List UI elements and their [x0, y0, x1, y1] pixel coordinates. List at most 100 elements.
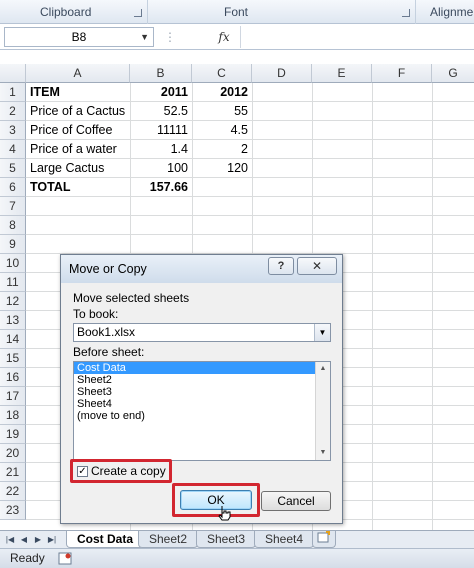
cell-c1[interactable]: 2012 — [192, 83, 248, 102]
column-header-f[interactable]: F — [372, 64, 432, 83]
cell-b5[interactable]: 100 — [130, 159, 188, 178]
gridline — [372, 83, 373, 539]
row-header[interactable]: 15 — [0, 349, 26, 368]
new-sheet-icon — [317, 531, 330, 543]
cell-b1[interactable]: 2011 — [130, 83, 188, 102]
cell-a2[interactable]: Price of a Cactus — [30, 102, 125, 121]
tab-cost-data[interactable]: Cost Data — [66, 531, 145, 548]
row-header[interactable]: 10 — [0, 254, 26, 273]
row-header[interactable]: 19 — [0, 425, 26, 444]
cancel-button[interactable]: Cancel — [261, 491, 331, 511]
row-header[interactable]: 5 — [0, 159, 26, 178]
select-all-corner[interactable] — [0, 64, 26, 83]
row-header[interactable]: 12 — [0, 292, 26, 311]
macro-record-icon[interactable] — [58, 552, 72, 565]
next-sheet-icon[interactable]: ▶ — [32, 533, 44, 546]
column-header-g[interactable]: G — [432, 64, 474, 83]
chevron-down-icon[interactable]: ▼ — [140, 28, 149, 46]
list-item[interactable]: Sheet3 — [74, 386, 315, 398]
create-copy-highlight: ✓ Create a copy — [70, 459, 172, 483]
create-copy-label[interactable]: Create a copy — [91, 464, 166, 478]
ribbon-group-clipboard-label: Clipboard — [40, 5, 92, 19]
cell-a3[interactable]: Price of Coffee — [30, 121, 112, 140]
font-launcher-icon[interactable] — [402, 9, 410, 17]
before-sheet-label: Before sheet: — [73, 345, 145, 359]
last-sheet-icon[interactable]: ▶| — [46, 533, 58, 546]
name-box[interactable]: B8 ▼ — [4, 27, 154, 47]
chevron-down-icon[interactable]: ▼ — [314, 324, 330, 341]
row-header[interactable]: 14 — [0, 330, 26, 349]
before-sheet-list[interactable]: Cost Data Sheet2 Sheet3 Sheet4 (move to … — [73, 361, 331, 461]
column-header-b[interactable]: B — [130, 64, 192, 83]
row-header[interactable]: 16 — [0, 368, 26, 387]
clipboard-launcher-icon[interactable] — [134, 9, 142, 17]
cell-b2[interactable]: 52.5 — [130, 102, 188, 121]
cell-c4[interactable]: 2 — [192, 140, 248, 159]
hand-cursor-icon — [218, 506, 231, 521]
cell-b3[interactable]: 11111 — [130, 121, 188, 140]
row-header[interactable]: 8 — [0, 216, 26, 235]
cell-b4[interactable]: 1.4 — [130, 140, 188, 159]
row-header[interactable]: 21 — [0, 463, 26, 482]
gridline — [26, 196, 474, 197]
row-header[interactable]: 1 — [0, 83, 26, 102]
status-text: Ready — [10, 551, 45, 565]
list-item[interactable]: Cost Data — [74, 362, 315, 374]
cell-a5[interactable]: Large Cactus — [30, 159, 104, 178]
ok-button[interactable]: OK — [180, 490, 252, 510]
tab-sheet3[interactable]: Sheet3 — [196, 531, 257, 548]
cell-a1[interactable]: ITEM — [30, 83, 60, 102]
row-header[interactable]: 2 — [0, 102, 26, 121]
cell-b6[interactable]: 157.66 — [130, 178, 188, 197]
help-button[interactable]: ? — [268, 257, 294, 275]
name-box-value: B8 — [71, 30, 87, 44]
ribbon-group-alignment: Alignme — [416, 0, 474, 24]
formula-gap — [0, 50, 474, 64]
ribbon-group-clipboard: Clipboard — [0, 0, 148, 24]
to-book-select[interactable]: Book1.xlsx ▼ — [73, 323, 331, 342]
scroll-up-icon[interactable]: ▲ — [317, 363, 329, 375]
column-header-c[interactable]: C — [192, 64, 252, 83]
row-header[interactable]: 18 — [0, 406, 26, 425]
row-header[interactable]: 23 — [0, 501, 26, 520]
cell-c3[interactable]: 4.5 — [192, 121, 248, 140]
row-header[interactable]: 17 — [0, 387, 26, 406]
column-header-e[interactable]: E — [312, 64, 372, 83]
row-header[interactable]: 11 — [0, 273, 26, 292]
cell-c2[interactable]: 55 — [192, 102, 248, 121]
row-header[interactable]: 13 — [0, 311, 26, 330]
row-header[interactable]: 9 — [0, 235, 26, 254]
insert-function-icon[interactable]: fx — [212, 27, 236, 47]
dialog-body: Move selected sheets To book: Book1.xlsx… — [65, 283, 338, 521]
tab-sheet4[interactable]: Sheet4 — [254, 531, 315, 548]
status-bar: Ready — [0, 548, 474, 568]
first-sheet-icon[interactable]: |◀ — [4, 533, 16, 546]
scroll-down-icon[interactable]: ▼ — [317, 447, 329, 459]
ribbon-group-alignment-label: Alignme — [430, 5, 474, 19]
insert-sheet-icon[interactable] — [312, 531, 336, 548]
sheet-tab-bar: |◀ ◀ ▶ ▶| Cost Data Sheet2 Sheet3 Sheet4 — [0, 530, 474, 548]
cell-a4[interactable]: Price of a water — [30, 140, 117, 159]
ribbon-group-font-label: Font — [224, 5, 249, 19]
list-item[interactable]: (move to end) — [74, 410, 315, 422]
close-button[interactable]: ✕ — [297, 257, 337, 275]
row-header[interactable]: 4 — [0, 140, 26, 159]
row-header[interactable]: 3 — [0, 121, 26, 140]
list-scrollbar[interactable]: ▲ ▼ — [315, 362, 330, 460]
create-copy-checkbox[interactable]: ✓ — [77, 466, 88, 477]
list-item[interactable]: Sheet2 — [74, 374, 315, 386]
to-book-label: To book: — [73, 307, 119, 321]
column-header-d[interactable]: D — [252, 64, 312, 83]
prev-sheet-icon[interactable]: ◀ — [18, 533, 30, 546]
to-book-value: Book1.xlsx — [77, 325, 136, 339]
row-header[interactable]: 6 — [0, 178, 26, 197]
formula-bar-resize-icon[interactable]: ⋮ — [160, 28, 180, 46]
tab-sheet2[interactable]: Sheet2 — [138, 531, 199, 548]
row-header[interactable]: 7 — [0, 197, 26, 216]
list-item[interactable]: Sheet4 — [74, 398, 315, 410]
row-header[interactable]: 22 — [0, 482, 26, 501]
row-header[interactable]: 20 — [0, 444, 26, 463]
cell-a6[interactable]: TOTAL — [30, 178, 71, 197]
column-header-a[interactable]: A — [26, 64, 130, 83]
cell-c5[interactable]: 120 — [192, 159, 248, 178]
